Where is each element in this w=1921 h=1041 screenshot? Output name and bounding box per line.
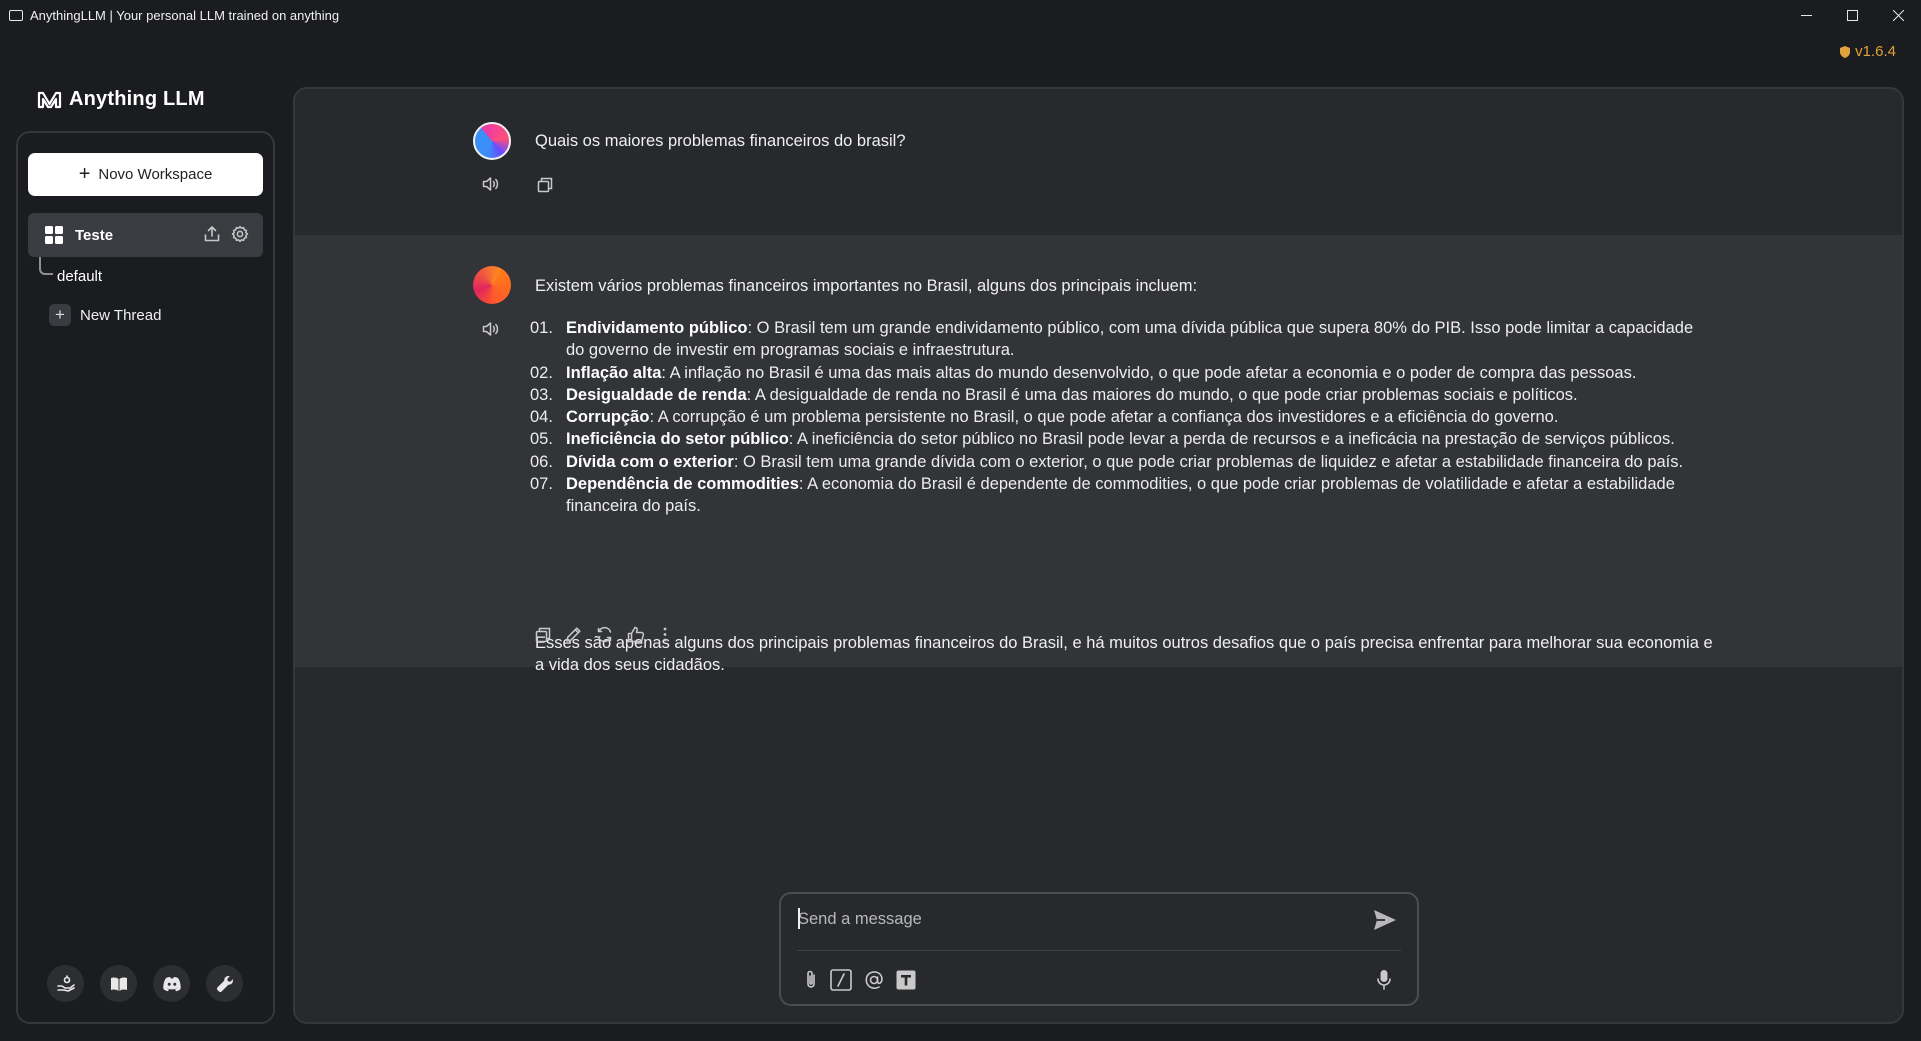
list-item-number: 07.	[530, 475, 553, 494]
list-item: 05. Ineficiência do setor público: A inef…	[530, 428, 1710, 450]
list-item: 03. Desigualdade de renda: A desigualdade…	[530, 384, 1710, 406]
user-message-text: Quais os maiores problemas financeiros d…	[535, 132, 906, 150]
regenerate-icon[interactable]	[596, 626, 613, 648]
list-item: 02. Inflação alta: A inflação no Brasil é…	[530, 362, 1710, 384]
list-item-number: 03.	[530, 385, 553, 404]
speaker-icon[interactable]	[482, 176, 500, 192]
thread-item-default[interactable]: default	[57, 268, 102, 285]
brand-name: Anything LLM	[69, 88, 205, 110]
text-format-icon[interactable]	[896, 970, 916, 995]
workspace-item-teste[interactable]: Teste	[28, 213, 263, 257]
brand-logo[interactable]: Anything LLM	[37, 88, 205, 111]
settings-wrench-icon[interactable]	[206, 965, 243, 1002]
list-item-number: 05.	[530, 430, 553, 449]
new-thread-label: New Thread	[80, 306, 162, 324]
community-hub-icon[interactable]	[47, 965, 84, 1002]
text-caret	[798, 908, 800, 929]
slash-command-icon[interactable]	[830, 969, 852, 996]
chat-panel: Quais os maiores problemas financeiros d…	[293, 87, 1904, 1024]
assistant-message-actions	[535, 626, 671, 648]
anythingllm-logo-icon	[37, 91, 62, 108]
plus-icon: +	[78, 162, 91, 185]
list-item: 01. Endividamento público: O Brasil tem u…	[530, 317, 1710, 362]
list-item-title: Inflação alta	[566, 363, 662, 382]
workspace-grid-icon	[45, 226, 63, 244]
version-label: v1.6.4	[1855, 43, 1896, 60]
sidebar-footer	[47, 965, 243, 1002]
list-item-title: Endividamento público	[566, 319, 748, 337]
new-workspace-button[interactable]: + Novo Workspace	[28, 153, 263, 196]
list-item: 06. Dívida com o exterior: O Brasil tem u…	[530, 451, 1710, 473]
paperclip-icon[interactable]	[804, 969, 818, 996]
maximize-icon[interactable]	[1829, 0, 1875, 31]
window-titlebar: AnythingLLM | Your personal LLM trained …	[0, 0, 1921, 31]
user-message: Quais os maiores problemas financeiros d…	[295, 89, 1902, 235]
message-composer	[779, 892, 1419, 1006]
copy-icon[interactable]	[535, 627, 551, 648]
workspace-actions	[203, 225, 249, 248]
docs-book-icon[interactable]	[100, 965, 137, 1002]
thread-tree-connector	[39, 257, 53, 275]
more-options-icon[interactable]	[659, 626, 671, 648]
list-item-title: Desigualdade de renda	[566, 385, 747, 404]
list-item-title: Dependência de commodities	[566, 475, 799, 494]
list-item-number: 02.	[530, 363, 553, 382]
at-mention-icon[interactable]	[864, 970, 884, 995]
list-item: 07. Dependência de commodities: A economi…	[530, 473, 1710, 518]
gear-icon[interactable]	[231, 225, 249, 248]
list-item-text: : A corrupção é um problema persistente …	[649, 408, 1559, 427]
window-title: AnythingLLM | Your personal LLM trained …	[30, 8, 340, 23]
composer-tools	[804, 969, 916, 996]
list-item-number: 01.	[530, 319, 553, 337]
list-item-text: : A ineficiência do setor público no Bra…	[788, 430, 1675, 449]
edit-pencil-icon[interactable]	[565, 626, 582, 648]
list-item-title: Ineficiência do setor público	[566, 430, 789, 449]
shield-icon	[1840, 45, 1851, 58]
assistant-intro-text: Existem vários problemas financeiros imp…	[535, 277, 1198, 295]
new-workspace-label: Novo Workspace	[98, 166, 213, 183]
close-icon[interactable]	[1875, 0, 1921, 31]
list-item-number: 06.	[530, 452, 553, 471]
assistant-outro-text: Esses são apenas alguns dos principais p…	[535, 634, 1713, 674]
composer-divider	[797, 950, 1401, 951]
assistant-message: Existem vários problemas financeiros imp…	[295, 235, 1902, 674]
list-item-text: : O Brasil tem uma grande dívida com o e…	[733, 452, 1684, 471]
list-item-title: Corrupção	[566, 408, 650, 427]
user-avatar	[473, 122, 511, 160]
list-item-text: : A inflação no Brasil é uma das mais al…	[661, 363, 1637, 382]
thumbs-up-icon[interactable]	[627, 626, 645, 648]
window-controls	[1783, 0, 1921, 31]
copy-icon[interactable]	[537, 177, 553, 193]
discord-icon[interactable]	[153, 965, 190, 1002]
sidebar: + Novo Workspace Teste default + New Thr…	[16, 131, 275, 1024]
list-item-text: : A desigualdade de renda no Brasil é um…	[746, 385, 1578, 404]
new-thread-button[interactable]: + New Thread	[49, 304, 161, 326]
plus-icon: +	[49, 304, 71, 326]
microphone-icon[interactable]	[1376, 969, 1392, 996]
workspace-name: Teste	[75, 226, 114, 244]
version-badge[interactable]: v1.6.4	[1840, 43, 1896, 60]
message-input[interactable]	[798, 906, 1358, 932]
upload-icon[interactable]	[203, 225, 221, 248]
speaker-icon[interactable]	[482, 321, 500, 337]
answer-list: 01. Endividamento público : O Brasil tem u…	[530, 317, 1710, 518]
assistant-avatar	[473, 266, 511, 304]
send-icon[interactable]	[1373, 909, 1397, 936]
list-item: 04. Corrupção: A corrupção é um problema …	[530, 406, 1710, 428]
minimize-icon[interactable]	[1783, 0, 1829, 31]
list-item-title: Dívida com o exterior	[566, 452, 734, 471]
app-icon	[9, 10, 23, 21]
list-item-number: 04.	[530, 408, 553, 427]
